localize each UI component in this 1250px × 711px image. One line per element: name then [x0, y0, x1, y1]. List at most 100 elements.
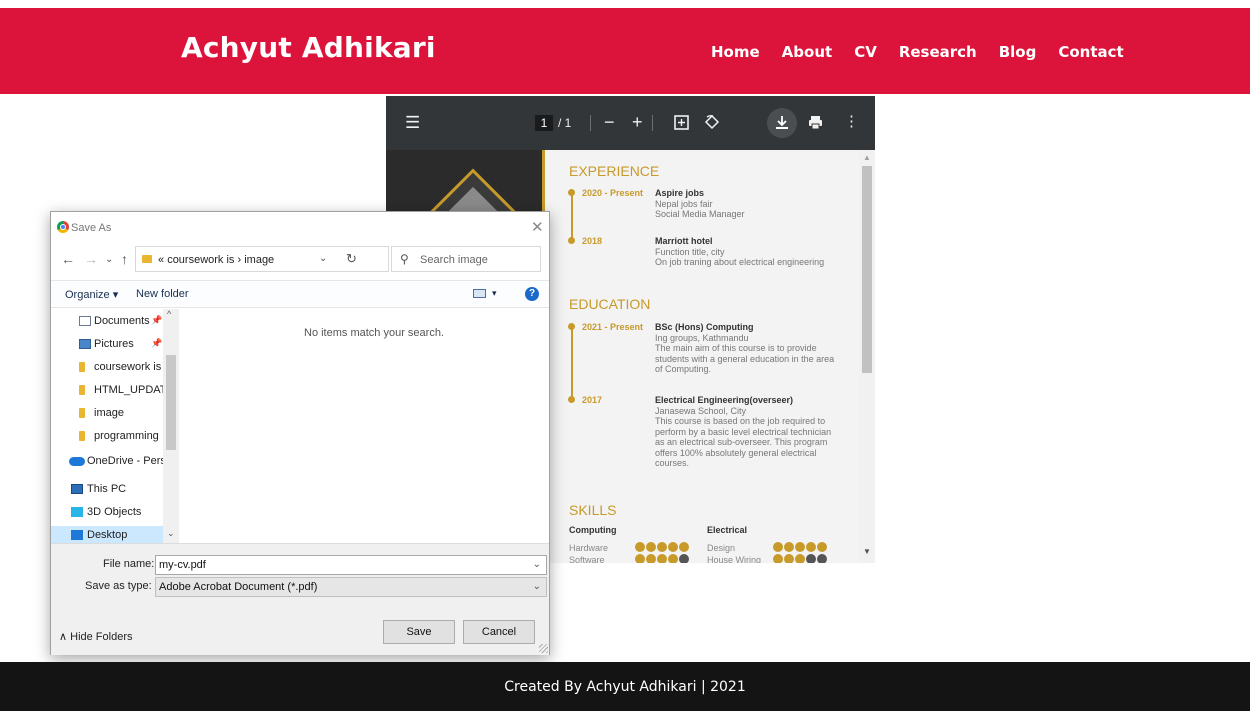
- tree-scrollbar[interactable]: ^ ⌄: [163, 309, 179, 543]
- rating-dot: [668, 554, 678, 563]
- scroll-up-icon[interactable]: ▲: [863, 153, 871, 162]
- chevron-up-icon: ∧: [59, 631, 68, 643]
- tree-item-documents[interactable]: Documents: [94, 315, 150, 327]
- scroll-down-icon[interactable]: ⌄: [167, 528, 175, 539]
- tree-item-image[interactable]: image: [94, 407, 124, 419]
- tree-item-pictures[interactable]: Pictures: [94, 338, 134, 350]
- rating-dot: [668, 542, 678, 552]
- download-icon[interactable]: [775, 115, 789, 134]
- site-footer: Created By Achyut Adhikari | 2021: [0, 662, 1250, 711]
- chevron-down-icon[interactable]: ▾: [492, 288, 497, 299]
- site-brand[interactable]: Achyut Adhikari: [181, 31, 436, 64]
- tree-item-3d-objects[interactable]: 3D Objects: [87, 506, 141, 518]
- search-box[interactable]: ⚲ Search image: [391, 246, 541, 272]
- cv-content: EXPERIENCE 2020 - Present Aspire jobs Ne…: [552, 150, 852, 563]
- rotate-icon[interactable]: [704, 114, 720, 134]
- rating-dot: [773, 542, 783, 552]
- education-date: 2021 - Present: [582, 322, 644, 332]
- address-dropdown-icon[interactable]: ⌄: [319, 253, 327, 264]
- hide-folders-button[interactable]: ∧ Hide Folders: [59, 630, 132, 643]
- nav-research[interactable]: Research: [899, 43, 977, 61]
- rating-dot: [817, 542, 827, 552]
- experience-title: EXPERIENCE: [569, 163, 660, 179]
- timeline-dot: [568, 323, 575, 330]
- file-name-input[interactable]: my-cv.pdf ⌄: [155, 555, 547, 575]
- chrome-icon: [57, 221, 69, 233]
- entry-line: Social Media Manager: [655, 209, 745, 219]
- more-icon[interactable]: ⋮: [844, 114, 859, 129]
- save-type-select[interactable]: Adobe Acrobat Document (*.pdf) ⌄: [155, 577, 547, 597]
- experience-entry: Marriott hotel Function title, city On j…: [655, 236, 850, 268]
- scroll-down-icon[interactable]: ▼: [863, 547, 871, 556]
- skill-rating: [635, 542, 689, 552]
- fit-page-icon[interactable]: [674, 115, 689, 134]
- pdf-toolbar: ☰ 1 / 1 − + ⋮: [386, 96, 875, 150]
- 3d-objects-icon: [71, 507, 83, 517]
- address-row: ← → ⌄ ↑ « coursework is › image ⌄ ↻ ⚲ Se…: [51, 244, 549, 274]
- page-total: / 1: [558, 116, 572, 130]
- new-folder-button[interactable]: New folder: [136, 288, 189, 300]
- pdf-scroll-thumb[interactable]: [862, 166, 872, 373]
- experience-entry: Aspire jobs Nepal jobs fair Social Media…: [655, 188, 850, 220]
- toolbar-divider: [590, 115, 591, 131]
- resize-grip-icon[interactable]: [539, 644, 548, 653]
- rating-dot: [806, 554, 816, 563]
- empty-results-message: No items match your search.: [304, 327, 444, 339]
- this-pc-icon: [71, 484, 83, 494]
- rating-dot: [657, 542, 667, 552]
- tree-item-this-pc[interactable]: This PC: [87, 483, 126, 495]
- organize-button[interactable]: Organize ▾: [65, 288, 118, 301]
- print-icon[interactable]: [808, 115, 823, 134]
- skill-name: Hardware: [569, 543, 609, 553]
- menu-icon[interactable]: ☰: [405, 114, 420, 131]
- entry-title: BSc (Hons) Computing: [655, 322, 754, 332]
- chevron-down-icon[interactable]: ⌄: [533, 578, 541, 596]
- path-segment[interactable]: image: [244, 254, 274, 266]
- tree-item-html-update[interactable]: HTML_UPDATE: [94, 384, 174, 396]
- save-button[interactable]: Save: [383, 620, 455, 644]
- rating-dot: [646, 542, 656, 552]
- page-number-input[interactable]: 1: [535, 115, 553, 131]
- view-options-icon[interactable]: [473, 289, 486, 298]
- back-arrow-icon[interactable]: ←: [61, 251, 75, 267]
- rating-dot: [679, 554, 689, 563]
- nav-contact[interactable]: Contact: [1058, 43, 1123, 61]
- nav-about[interactable]: About: [782, 43, 833, 61]
- help-icon[interactable]: ?: [525, 287, 539, 301]
- address-bar[interactable]: « coursework is › image ⌄ ↻: [135, 246, 389, 272]
- timeline-dot: [568, 189, 575, 196]
- up-arrow-icon[interactable]: ↑: [121, 251, 128, 267]
- tree-item-programming[interactable]: programming: [94, 430, 159, 442]
- skill-name: House Wiring: [707, 555, 762, 563]
- pin-icon[interactable]: 📌: [151, 338, 162, 349]
- skills-title: SKILLS: [569, 502, 617, 518]
- tree-scroll-thumb[interactable]: [166, 355, 176, 450]
- pin-icon[interactable]: 📌: [151, 315, 162, 326]
- chevron-down-icon[interactable]: ⌄: [105, 254, 113, 265]
- experience-timeline: [571, 192, 573, 240]
- nav-home[interactable]: Home: [711, 43, 760, 61]
- zoom-out-icon[interactable]: −: [604, 113, 615, 131]
- path-segment[interactable]: coursework is: [167, 254, 234, 266]
- pdf-scrollbar[interactable]: ▲ ▼: [859, 150, 875, 563]
- skill-name: Software: [569, 555, 605, 563]
- scroll-up-icon[interactable]: ^: [167, 309, 171, 319]
- dialog-footer: File name: my-cv.pdf ⌄ Save as type: Ado…: [51, 543, 549, 655]
- skill-group-heading: Electrical: [707, 525, 748, 535]
- zoom-in-icon[interactable]: +: [632, 113, 643, 131]
- education-entry: BSc (Hons) Computing Ing groups, Kathman…: [655, 322, 840, 375]
- rating-dot: [817, 554, 827, 563]
- tree-item-coursework[interactable]: coursework is: [94, 361, 161, 373]
- pictures-icon: [79, 339, 91, 349]
- refresh-icon[interactable]: ↻: [346, 251, 357, 267]
- folder-icon: [79, 431, 85, 441]
- nav-blog[interactable]: Blog: [999, 43, 1037, 61]
- chevron-down-icon[interactable]: ⌄: [533, 556, 541, 574]
- search-icon: ⚲: [400, 252, 409, 266]
- nav-cv[interactable]: CV: [854, 43, 877, 61]
- close-icon[interactable]: ✕: [531, 218, 544, 236]
- rating-dot: [679, 542, 689, 552]
- cancel-button[interactable]: Cancel: [463, 620, 535, 644]
- tree-item-desktop[interactable]: Desktop: [87, 529, 127, 541]
- forward-arrow-icon[interactable]: →: [84, 251, 98, 267]
